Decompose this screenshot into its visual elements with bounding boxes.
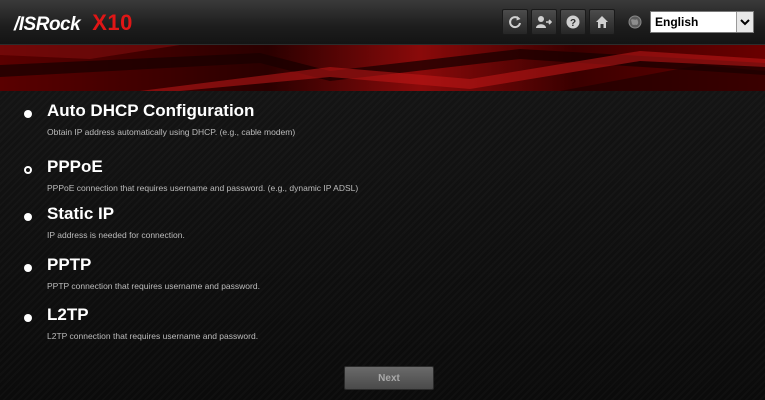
option-description: Obtain IP address automatically using DH… [47,127,296,137]
next-button[interactable]: Next [344,366,434,390]
option-title[interactable]: PPPoE [47,157,103,177]
help-button[interactable]: ? [560,9,586,35]
user-logout-icon [536,16,552,28]
globe-icon [628,15,642,29]
bullet-icon [24,213,32,221]
option-title[interactable]: Static IP [47,204,114,224]
home-button[interactable] [589,9,615,35]
option-description: L2TP connection that requires username a… [47,331,259,341]
option-description: PPTP connection that requires username a… [47,281,260,291]
option-title[interactable]: L2TP [47,305,89,325]
option-title[interactable]: Auto DHCP Configuration [47,101,254,121]
model-name: X10 [92,10,133,35]
help-icon: ? [566,15,580,29]
option-description: PPPoE connection that requires username … [47,183,359,193]
chevron-down-icon [736,12,753,32]
bullet-icon [24,264,32,272]
decorative-banner [0,45,765,91]
bullet-icon [24,314,32,322]
option-title[interactable]: PPTP [47,255,91,275]
option-description: IP address is needed for connection. [47,230,185,240]
brand-name: /ISRock [14,14,81,35]
brand-logo: /ISRock X10 [14,10,133,35]
connection-type-panel: Auto DHCP Configuration Obtain IP addres… [0,91,765,400]
language-selected-value: English [655,15,699,29]
language-globe [622,9,648,35]
logout-button[interactable] [531,9,557,35]
home-icon [596,16,608,28]
language-select[interactable]: English [650,11,754,33]
bullet-icon [24,110,32,118]
refresh-icon [509,16,521,29]
svg-text:?: ? [570,18,576,29]
header-toolbar: ? English [502,8,754,36]
bullet-hollow-icon [24,166,32,174]
refresh-button[interactable] [502,9,528,35]
top-header-bar: /ISRock X10 ? English [0,0,765,45]
